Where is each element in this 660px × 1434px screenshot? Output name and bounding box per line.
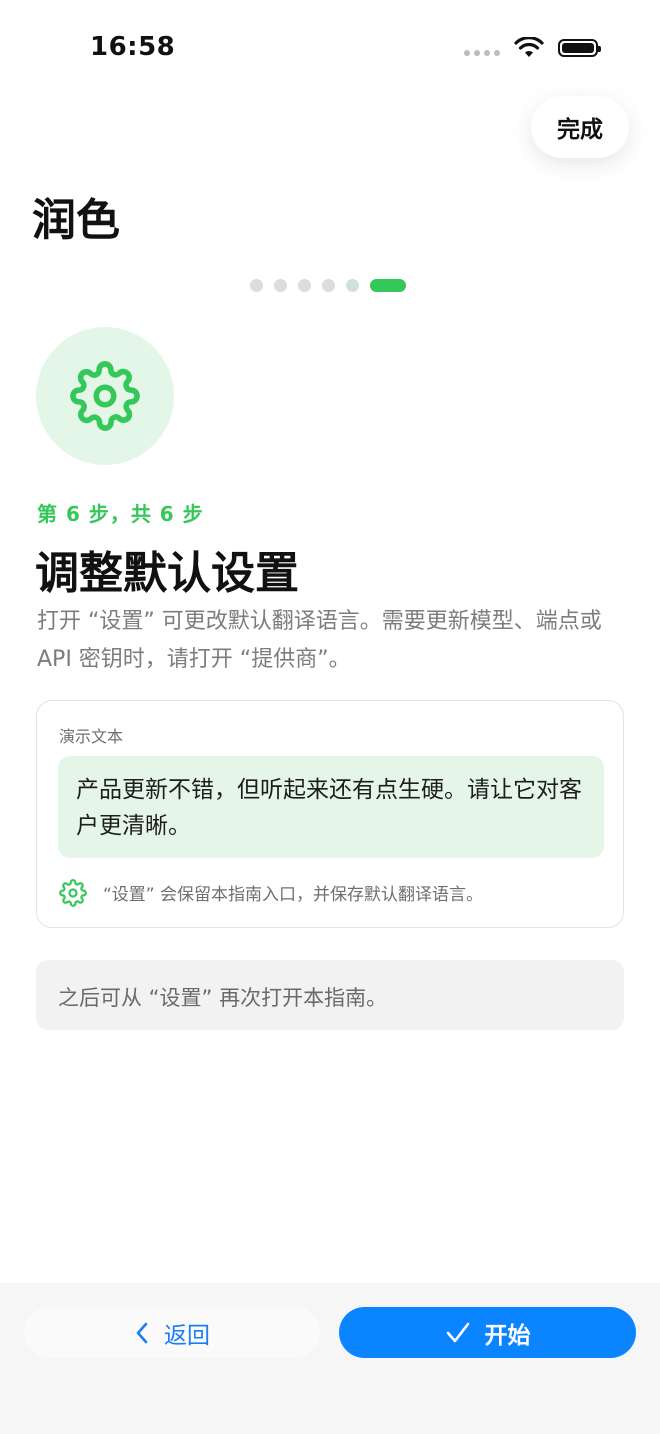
page-dot-6-active — [370, 279, 406, 292]
page-title: 润色 — [32, 195, 120, 246]
page-dot-1 — [250, 279, 263, 292]
page-dot-2 — [274, 279, 287, 292]
checkmark-icon — [446, 1322, 469, 1342]
demo-text-bubble: 产品更新不错，但听起来还有点生硬。请让它对客户更清晰。 — [58, 756, 604, 858]
step-counter: 第 6 步，共 6 步 — [37, 502, 204, 526]
wifi-icon — [514, 37, 544, 57]
battery-icon — [558, 39, 601, 57]
start-button-label: 开始 — [484, 1322, 531, 1349]
status-time: 16:58 — [90, 32, 176, 62]
page-dot-3 — [298, 279, 311, 292]
back-button[interactable]: 返回 — [24, 1307, 320, 1358]
gear-icon — [59, 879, 87, 907]
start-button[interactable]: 开始 — [339, 1307, 636, 1358]
gear-icon — [70, 361, 140, 431]
step-icon-circle — [36, 327, 174, 465]
page-dot-5 — [346, 279, 359, 292]
signal-dots-icon — [464, 50, 500, 56]
demo-card: 演示文本 产品更新不错，但听起来还有点生硬。请让它对客户更清晰。 “设置” 会保… — [36, 700, 624, 928]
bottom-action-bar — [0, 1283, 660, 1434]
step-description: 打开 “设置” 可更改默认翻译语言。需要更新模型、端点或 API 密钥时，请打开… — [37, 609, 602, 672]
back-button-label: 返回 — [164, 1322, 210, 1349]
status-icons — [464, 36, 601, 60]
page-indicator — [250, 279, 406, 292]
demo-footer-text: “设置” 会保留本指南入口，并保存默认翻译语言。 — [103, 885, 484, 905]
guide-note: 之后可从 “设置” 再次打开本指南。 — [36, 960, 624, 1030]
chevron-left-icon — [136, 1322, 148, 1343]
step-title: 调整默认设置 — [35, 548, 299, 599]
page-dot-4 — [322, 279, 335, 292]
done-button[interactable]: 完成 — [531, 96, 629, 158]
demo-label: 演示文本 — [59, 727, 124, 746]
